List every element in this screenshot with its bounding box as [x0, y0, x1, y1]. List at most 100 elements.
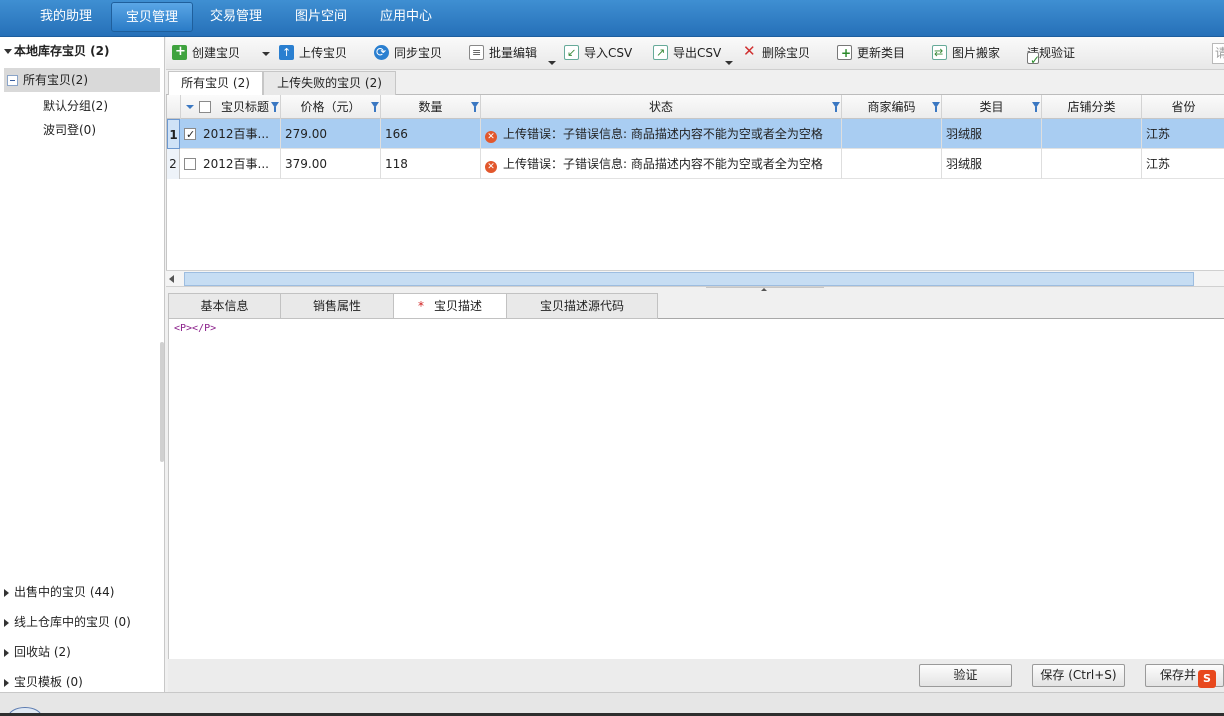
nav-tab-app-center[interactable]: 应用中心 — [370, 2, 442, 32]
col-header-qty[interactable]: 数量 — [381, 95, 481, 119]
cell-title: 2012百事... — [199, 119, 281, 149]
cell-merchant-code — [842, 149, 942, 179]
search-input[interactable]: 请 — [1212, 43, 1224, 64]
nav-tab-trade-management[interactable]: 交易管理 — [200, 2, 272, 32]
tab-description-source[interactable]: 宝贝描述源代码 — [506, 293, 658, 319]
export-csv-button[interactable]: 导出CSV — [653, 43, 721, 63]
cell-shop-category — [1042, 149, 1142, 179]
filter-icon[interactable] — [371, 102, 379, 112]
required-star: * — [417, 299, 424, 313]
nav-tab-item-management[interactable]: 宝贝管理 — [111, 2, 193, 32]
expand-arrow-icon — [4, 648, 9, 657]
toolbar: 创建宝贝 上传宝贝 同步宝贝 批量编辑 导入CSV 导出CSV 删除宝贝 更新类… — [166, 37, 1224, 70]
violation-check-button[interactable]: 违规验证 — [1027, 43, 1075, 70]
cell-qty: 118 — [381, 149, 481, 179]
editor-content: <P></P> — [174, 323, 217, 334]
nav-tab-assistant[interactable]: 我的助理 — [30, 2, 102, 32]
cell-price: 279.00 — [281, 119, 381, 149]
col-header-province[interactable]: 省份 — [1142, 95, 1224, 119]
sync-item-button[interactable]: 同步宝贝 — [374, 42, 442, 63]
update-category-button[interactable]: 更新类目 — [837, 43, 905, 63]
cell-category: 羽绒服 — [942, 119, 1042, 149]
error-icon: ✕ — [485, 161, 497, 173]
tree-item-default-group[interactable]: 默认分组(2) — [43, 97, 108, 114]
grid-horizontal-scrollbar[interactable] — [166, 270, 1224, 287]
row-checkbox[interactable] — [184, 120, 196, 150]
check-icon — [1027, 50, 1040, 70]
local-inventory-header[interactable]: 本地库存宝贝 (2) — [4, 42, 110, 59]
filter-icon[interactable] — [271, 102, 279, 112]
tab-all-items[interactable]: 所有宝贝 (2) — [168, 71, 263, 96]
col-header-shop-category[interactable]: 店铺分类 — [1042, 95, 1142, 119]
filter-icon[interactable] — [1032, 102, 1040, 112]
filter-icon[interactable] — [832, 102, 840, 112]
row-checkbox[interactable] — [184, 158, 196, 170]
tree-item-bosideng[interactable]: 波司登(0) — [43, 121, 96, 138]
items-grid: 宝贝标题 价格（元） 数量 状态 商家编码 类目 店铺分类 省份 1 2012百… — [166, 95, 1224, 270]
nav-tab-image-space[interactable]: 图片空间 — [285, 2, 357, 32]
import-csv-button[interactable]: 导入CSV — [564, 43, 632, 63]
tree-item-all-items[interactable]: 所有宝贝(2) — [4, 68, 160, 92]
ime-status-icon[interactable]: S — [1198, 670, 1216, 688]
image-move-button[interactable]: 图片搬家 — [932, 43, 1000, 63]
item-filter-tabs: 所有宝贝 (2) 上传失败的宝贝 (2) — [166, 70, 1224, 96]
create-item-button[interactable]: 创建宝贝 — [172, 42, 240, 63]
action-button-bar: 验证 保存 (Ctrl+S) 保存并 — [168, 659, 1224, 692]
table-row[interactable]: 1 2012百事... 279.00 166 ✕上传错误：子错误信息: 商品描述… — [167, 119, 1224, 150]
col-header-merchant-code[interactable]: 商家编码 — [842, 95, 942, 119]
panel-splitter-handle[interactable] — [160, 342, 164, 462]
import-icon — [564, 43, 579, 63]
expand-arrow-icon — [4, 618, 9, 627]
grid-header: 宝贝标题 价格（元） 数量 状态 商家编码 类目 店铺分类 省份 — [167, 95, 1224, 119]
expand-triangle-icon — [4, 49, 12, 54]
window-bottom-edge — [0, 692, 1224, 716]
tree-item-label: 所有宝贝(2) — [23, 73, 88, 87]
image-transfer-icon — [932, 43, 947, 63]
table-row[interactable]: 2 2012百事... 379.00 118 ✕ 上传错误：子错误信息: 商品描述… — [167, 149, 1224, 179]
error-icon: ✕ — [485, 131, 497, 143]
tab-basic-info[interactable]: 基本信息 — [168, 293, 281, 319]
save-button[interactable]: 保存 (Ctrl+S) — [1032, 664, 1125, 687]
tab-sales-attributes[interactable]: 销售属性 — [280, 293, 394, 319]
cell-shop-category — [1042, 119, 1142, 149]
expand-arrow-icon — [4, 588, 9, 597]
filter-icon[interactable] — [471, 102, 479, 112]
description-editor[interactable]: <P></P> — [168, 319, 1224, 659]
section-on-sale[interactable]: 出售中的宝贝 (44) — [4, 583, 114, 600]
verify-button[interactable]: 验证 — [919, 664, 1012, 687]
batch-edit-dropdown-icon[interactable] — [548, 61, 556, 65]
export-dropdown-icon[interactable] — [725, 61, 733, 65]
col-header-category[interactable]: 类目 — [942, 95, 1042, 119]
cell-status: ✕ 上传错误：子错误信息: 商品描述内容不能为空或者全为空格 — [481, 119, 842, 149]
section-recycle-bin[interactable]: 回收站 (2) — [4, 643, 71, 660]
cell-qty: 166 — [381, 119, 481, 149]
rownum-header — [167, 95, 181, 119]
cell-province: 江苏 — [1146, 127, 1171, 141]
delete-item-button[interactable]: 删除宝贝 — [742, 41, 810, 63]
create-dropdown-icon[interactable] — [262, 52, 270, 56]
detail-tabs: 基本信息 销售属性 * 宝贝描述 宝贝描述源代码 — [168, 293, 1224, 319]
col-header-status[interactable]: 状态 — [481, 95, 842, 119]
document-edit-icon — [469, 43, 484, 63]
top-navigation: 我的助理 宝贝管理 交易管理 图片空间 应用中心 — [0, 0, 1224, 37]
row-number: 1 — [167, 119, 180, 149]
filter-icon[interactable] — [932, 102, 940, 112]
col-header-title[interactable]: 宝贝标题 — [181, 95, 281, 119]
export-icon — [653, 43, 668, 63]
upload-item-button[interactable]: 上传宝贝 — [279, 43, 347, 63]
scroll-left-arrow-icon[interactable] — [169, 275, 174, 283]
collapse-minus-icon[interactable] — [7, 75, 18, 86]
scrollbar-thumb[interactable] — [184, 272, 1194, 286]
delete-x-icon — [742, 41, 757, 61]
section-item-templates[interactable]: 宝贝模板 (0) — [4, 673, 83, 690]
tab-upload-failed[interactable]: 上传失败的宝贝 (2) — [263, 71, 396, 95]
add-category-icon — [837, 43, 852, 63]
tab-item-description[interactable]: * 宝贝描述 — [393, 293, 507, 319]
section-online-warehouse[interactable]: 线上仓库中的宝贝 (0) — [4, 613, 131, 630]
cell-province: 江苏 — [1146, 157, 1171, 171]
pane-resize-handle[interactable] — [706, 287, 824, 292]
cell-title: 2012百事... — [199, 149, 281, 179]
cell-category: 羽绒服 — [942, 149, 1042, 179]
batch-edit-button[interactable]: 批量编辑 — [469, 43, 537, 63]
col-header-price[interactable]: 价格（元） — [281, 95, 381, 119]
